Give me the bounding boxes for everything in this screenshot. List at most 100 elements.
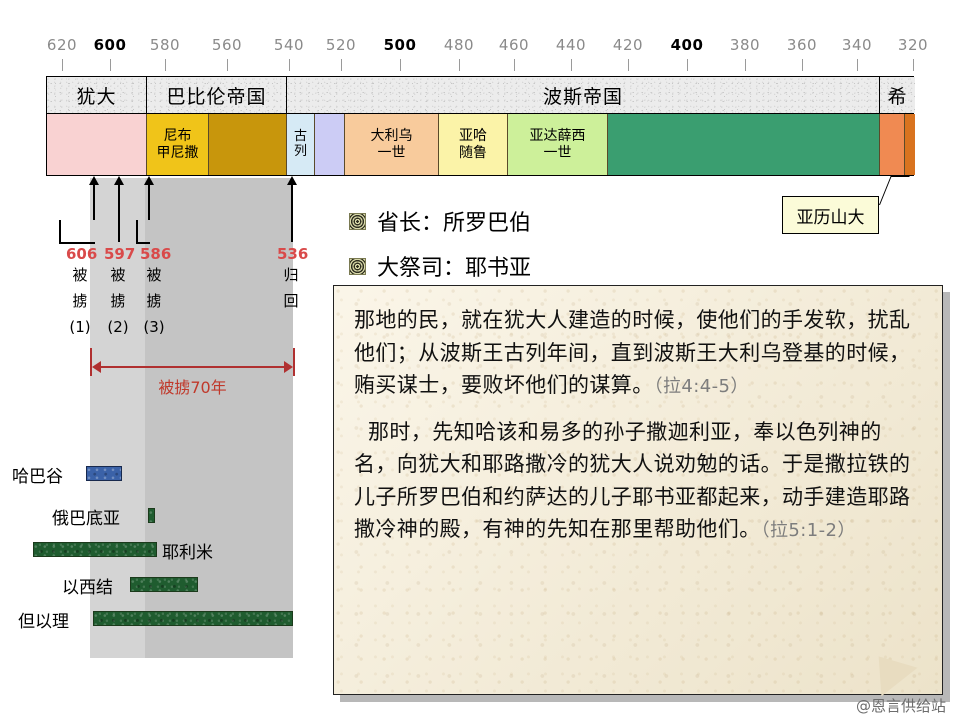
leader-label: 省长：所罗巴伯 [377, 205, 531, 237]
axis-tick-label: 540 [274, 36, 304, 54]
scripture-text-1: 那地的民，就在犹大人建造的时候，使他们的手发软，扰乱他们；从波斯王古列年间，直到… [354, 308, 910, 397]
alexander-callout: 亚历山大 [782, 196, 879, 234]
axis-tick-label: 620 [47, 36, 77, 54]
era-2: 巴比伦帝国 [147, 77, 287, 113]
era-1: 犹大 [47, 77, 147, 113]
king-label-line: 一世 [544, 145, 572, 161]
king-segment-5 [315, 114, 345, 175]
king-segment-6: 大利乌一世 [345, 114, 439, 175]
span-line [96, 366, 289, 368]
axis-tick-mark [110, 59, 111, 71]
king-segment-4: 古列 [287, 114, 315, 175]
event-arrow-shaft [93, 185, 95, 220]
king-label-line: 亚哈 [459, 128, 487, 144]
span-right-end [293, 348, 295, 376]
scripture-ref-1: （拉4:4-5） [654, 376, 749, 397]
axis-tick-label: 480 [444, 36, 474, 54]
leader-label: 大祭司：耶书亚 [377, 250, 531, 282]
king-label-line: 列 [294, 145, 307, 160]
king-segment-3 [209, 114, 287, 175]
event-arrow-elbow [59, 220, 95, 244]
event-label-line: 被 [141, 266, 167, 285]
scripture-box: 那地的民，就在犹大人建造的时候，使他们的手发软，扰乱他们；从波斯王古列年间，直到… [333, 285, 943, 695]
event-arrow-head [114, 176, 124, 185]
axis-tick-mark [687, 59, 688, 71]
event-arrow-shaft [118, 185, 120, 242]
scripture-paragraph-1: 那地的民，就在犹大人建造的时候，使他们的手发软，扰乱他们；从波斯王古列年间，直到… [354, 304, 922, 402]
leaders-list: 省长：所罗巴伯大祭司：耶书亚 [349, 205, 531, 295]
era-row: 犹大巴比伦帝国波斯帝国希 [46, 76, 914, 114]
prophet-bar [86, 466, 122, 481]
event-arrow-head [144, 176, 154, 185]
timeline-infographic: 6206005805605405205004804604404204003803… [0, 0, 960, 720]
king-segment-7: 亚哈随鲁 [439, 114, 508, 175]
prophet-label: 耶利米 [162, 538, 213, 563]
axis-tick-mark [628, 59, 629, 71]
king-label-line: 古 [294, 130, 307, 145]
scripture-ref-2: （拉5:1-2） [761, 520, 856, 541]
prophet-label: 以西结 [62, 573, 113, 598]
spiral-bullet-icon [349, 213, 366, 230]
axis-tick-label: 580 [150, 36, 180, 54]
axis-tick-mark [62, 59, 63, 71]
era-4: 希 [880, 77, 915, 113]
axis-tick-label: 420 [613, 36, 643, 54]
event-year: 597 [104, 245, 135, 263]
alexander-leader-line [879, 176, 910, 205]
event-label-line: 回 [278, 292, 304, 311]
king-label-line: 甲尼撒 [157, 145, 199, 161]
scripture-box-tail [879, 654, 920, 697]
scripture-paragraph-2: 那时，先知哈该和易多的孙子撒迦利亚，奉以色列神的名，向犹大和耶路撒冷的犹大人说劝… [354, 416, 922, 546]
era-3: 波斯帝国 [287, 77, 880, 113]
axis-tick-label: 380 [730, 36, 760, 54]
axis-tick-mark [341, 59, 342, 71]
event-arrow-head [287, 176, 297, 185]
event-label-line: 掳 [105, 292, 131, 311]
axis-tick-label: 520 [326, 36, 356, 54]
axis-tick-mark [400, 59, 401, 71]
axis-tick-label: 460 [499, 36, 529, 54]
axis-tick-mark [802, 59, 803, 71]
axis-tick-mark [913, 59, 914, 71]
king-segment-11 [905, 114, 915, 175]
king-segment-1 [47, 114, 147, 175]
king-segment-2: 尼布甲尼撒 [147, 114, 209, 175]
span-label: 被掳70年 [90, 374, 295, 398]
prophet-label: 俄巴底亚 [52, 504, 120, 529]
axis-tick-mark [514, 59, 515, 71]
event-label-line: 掳 [67, 292, 93, 311]
king-label-line: 亚达薛西 [530, 128, 586, 144]
event-label-line: (3) [141, 318, 167, 337]
prophet-label: 哈巴谷 [12, 462, 63, 487]
prophet-bar [148, 508, 155, 523]
event-arrow-head [89, 176, 99, 185]
axis-tick-mark [459, 59, 460, 71]
timeline-axis: 6206005805605405205004804604404204003803… [0, 36, 960, 76]
event-year: 606 [66, 245, 97, 263]
king-segment-9 [608, 114, 880, 175]
event-year: 536 [277, 245, 308, 263]
axis-tick-label: 600 [94, 36, 127, 54]
event-year: 586 [140, 245, 171, 263]
axis-tick-label: 340 [842, 36, 872, 54]
exile-70-years-span: 被掳70年 [90, 348, 295, 400]
event-arrow-shaft [291, 185, 293, 242]
event-arrow-elbow [136, 220, 150, 244]
event-label-line: 掳 [141, 292, 167, 311]
axis-tick-mark [165, 59, 166, 71]
king-segment-10 [880, 114, 905, 175]
axis-tick-label: 500 [384, 36, 417, 54]
prophet-bar [93, 611, 293, 626]
king-label-line: 一世 [378, 145, 406, 161]
axis-tick-mark [227, 59, 228, 71]
king-label-line: 随鲁 [459, 145, 487, 161]
axis-tick-mark [289, 59, 290, 71]
event-label-line: (1) [67, 318, 93, 337]
prophet-bar [130, 577, 198, 592]
axis-tick-label: 400 [671, 36, 704, 54]
axis-tick-mark [857, 59, 858, 71]
prophet-bar [33, 542, 157, 557]
prophet-label: 但以理 [18, 607, 69, 632]
event-label-line: 被 [105, 266, 131, 285]
axis-tick-label: 320 [898, 36, 928, 54]
